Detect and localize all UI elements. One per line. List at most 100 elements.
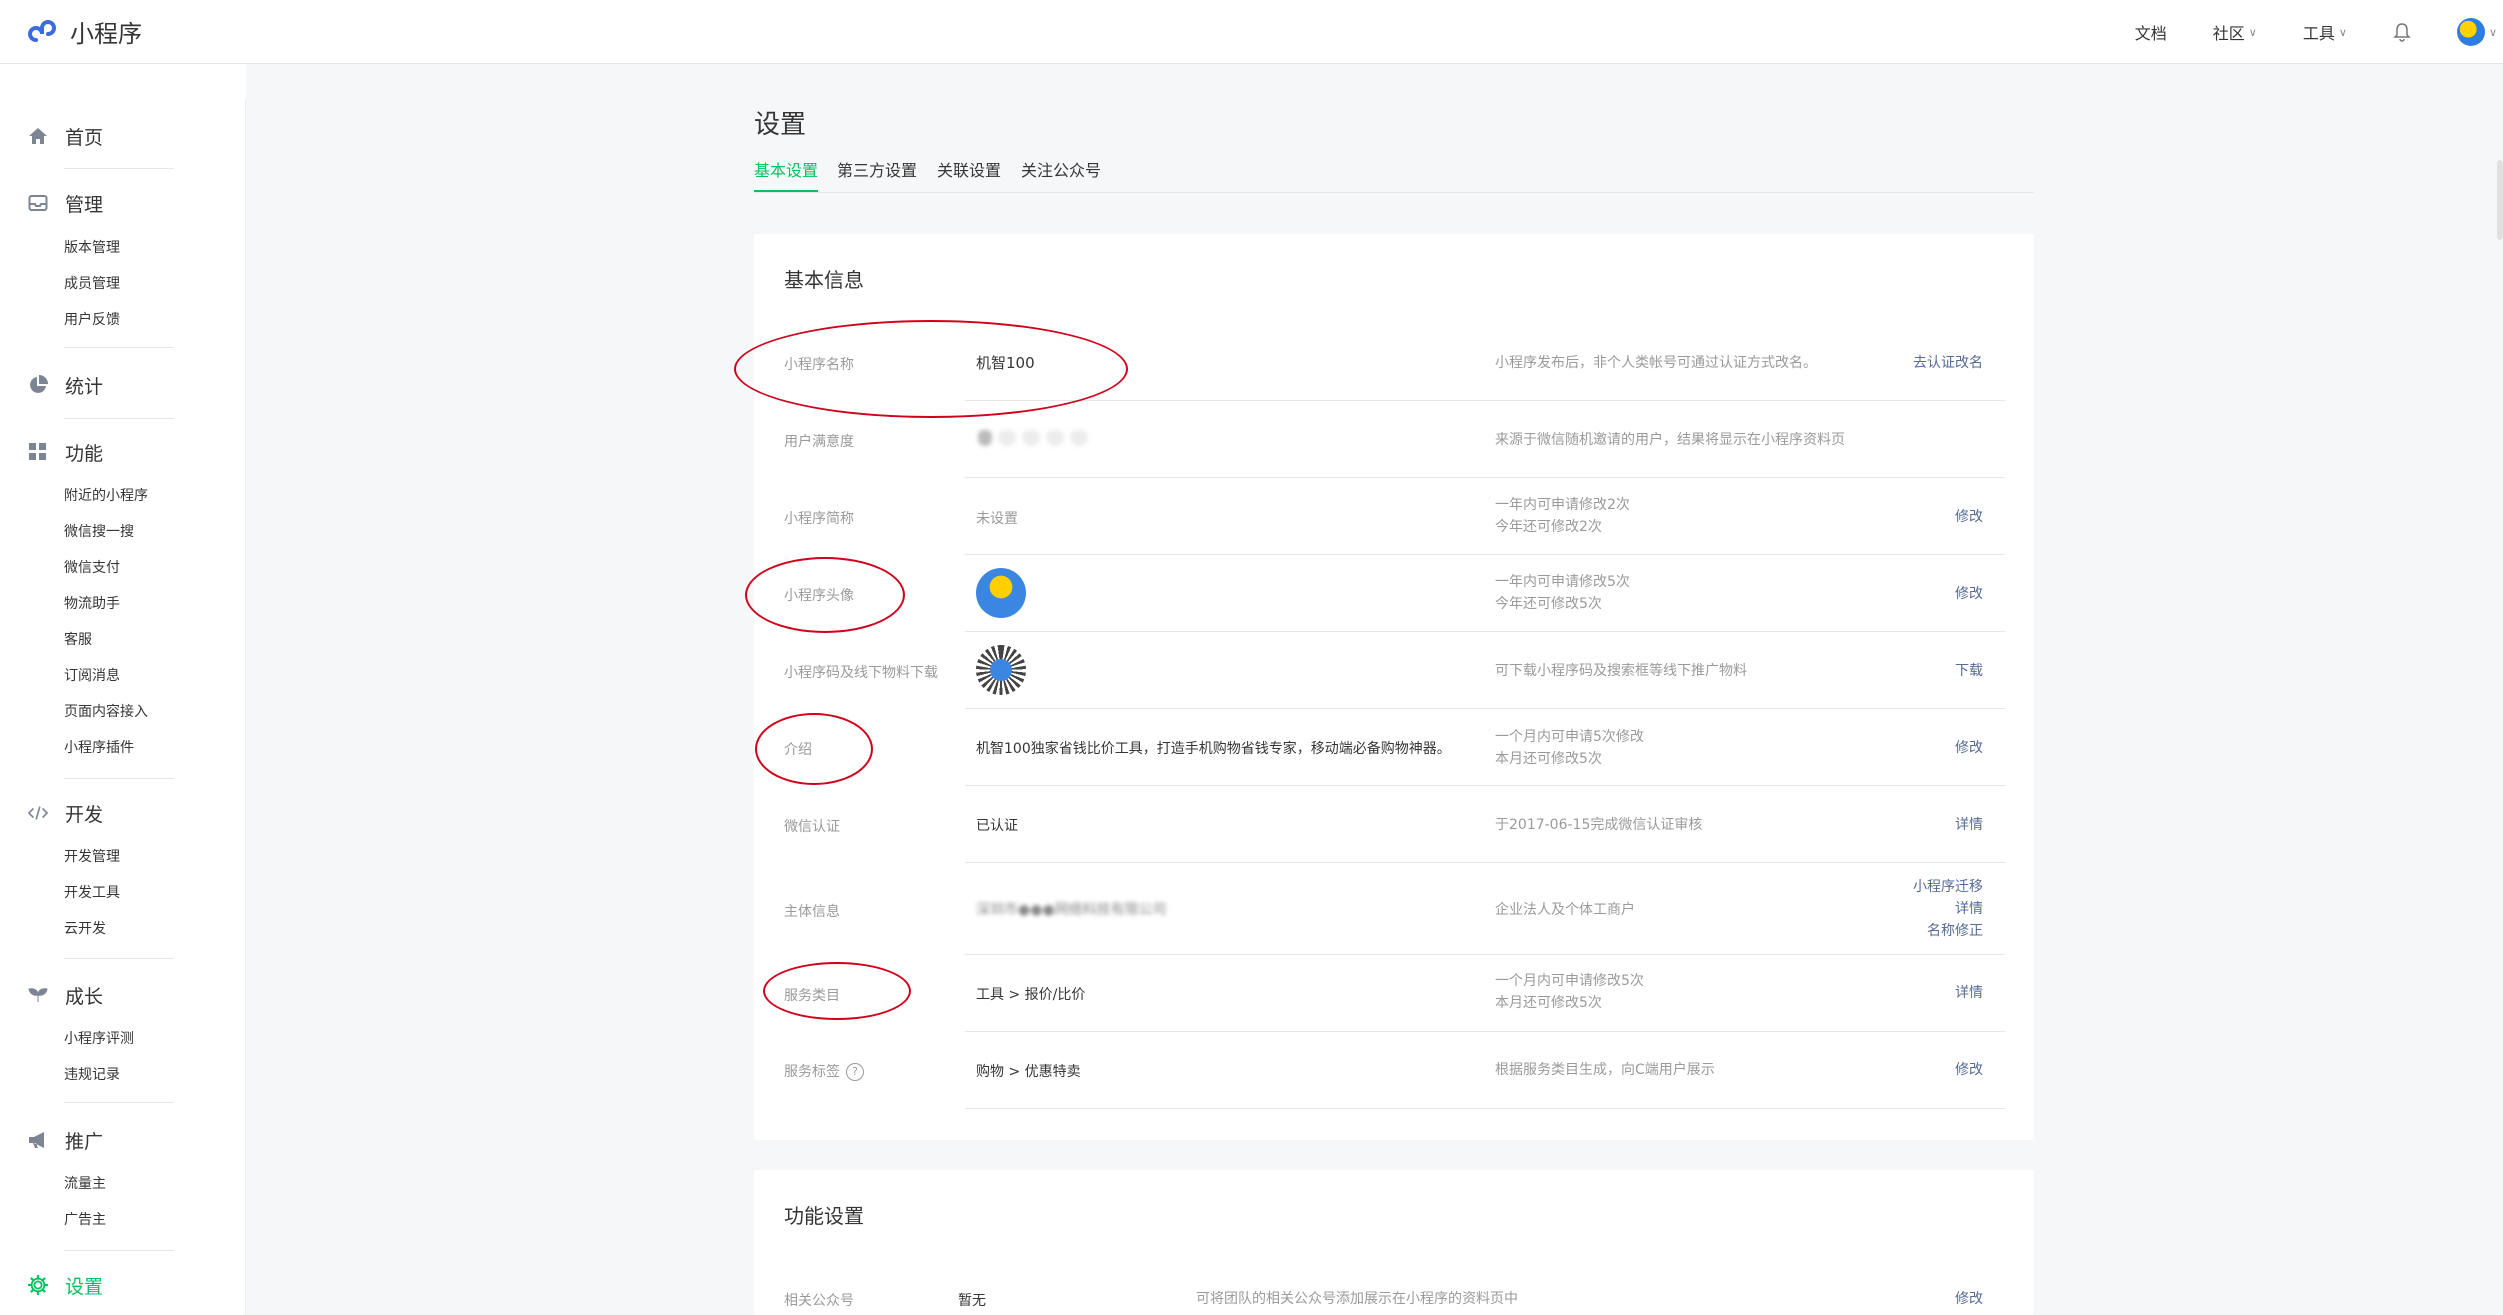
sidebar-section-settings: 设置 [0, 1273, 246, 1298]
row-desc-avatar: 一年内可申请修改5次 今年还可修改5次 [1495, 571, 1630, 615]
sprout-icon [28, 985, 48, 1005]
row-label-short-name: 小程序简称 [784, 511, 854, 527]
divider [64, 168, 174, 169]
sidebar-item-page-content[interactable]: 页面内容接入 [0, 694, 246, 730]
rename-via-verification-link[interactable]: 去认证改名 [1913, 352, 1983, 374]
verification-details-link[interactable]: 详情 [1955, 814, 1983, 836]
divider [64, 347, 174, 348]
signal-icon [978, 430, 992, 446]
user-menu[interactable]: ∨ [2456, 18, 2497, 46]
sidebar-item-user-feedback[interactable]: 用户反馈 [0, 302, 246, 338]
row-desc-related-account: 可将团队的相关公众号添加展示在小程序的资料页中 [1196, 1291, 1518, 1307]
edit-related-account-link[interactable]: 修改 [1955, 1288, 1983, 1310]
sidebar-item-logistics[interactable]: 物流助手 [0, 586, 246, 622]
sidebar-item-settings[interactable]: 设置 [0, 1273, 246, 1298]
row-value-short-name: 未设置 [976, 511, 1018, 527]
edit-service-tags-link[interactable]: 修改 [1955, 1059, 1983, 1081]
heart-icon [1046, 430, 1064, 446]
tab-follow-official-account[interactable]: 关注公众号 [1021, 160, 1101, 192]
row-desc-satisfaction: 来源于微信随机邀请的用户，结果将显示在小程序资料页 [1495, 432, 1845, 448]
mini-program-avatar [976, 568, 1026, 618]
service-category-details-link[interactable]: 详情 [1955, 982, 1983, 1004]
sidebar-item-dev-tools[interactable]: 开发工具 [0, 875, 246, 911]
row-desc-name: 小程序发布后，非个人类帐号可通过认证方式改名。 [1495, 355, 1817, 371]
desc-line: 一年内可申请修改5次 [1495, 574, 1630, 590]
row-desc-service-tags: 根据服务类目生成，向C端用户展示 [1495, 1062, 1715, 1078]
download-link[interactable]: 下载 [1955, 660, 1983, 682]
row-label-service-tags: 服务标签? [784, 1061, 864, 1081]
sidebar-item-cloud-dev[interactable]: 云开发 [0, 911, 246, 947]
sidebar-item-plugins[interactable]: 小程序插件 [0, 730, 246, 766]
row-desc-entity: 企业法人及个体工商户 [1495, 902, 1635, 918]
nav-community-label: 社区 [2212, 24, 2245, 43]
row-value-intro: 机智100独家省钱比价工具，打造手机购物省钱专家，移动端必备购物神器。 [976, 741, 1451, 757]
divider [64, 778, 174, 779]
sidebar-item-member-manage[interactable]: 成员管理 [0, 266, 246, 302]
row-value-service-category: 工具 > 报价/比价 [976, 987, 1086, 1003]
row-value-verification: 已认证 [976, 818, 1018, 834]
migrate-mini-program-link[interactable]: 小程序迁移 [1913, 876, 1983, 898]
divider [64, 418, 174, 419]
entity-details-link[interactable]: 详情 [1913, 898, 1983, 920]
nav-community[interactable]: 社区 ∨ [2213, 20, 2257, 44]
row-label-avatar: 小程序头像 [784, 588, 854, 604]
edit-short-name-link[interactable]: 修改 [1955, 506, 1983, 528]
edit-avatar-link[interactable]: 修改 [1955, 583, 1983, 605]
megaphone-icon [28, 1130, 48, 1150]
row-divider [965, 708, 2005, 709]
sidebar-item-label: 成长 [65, 985, 104, 1008]
app-title: 小程序 [70, 20, 142, 48]
nav-tools[interactable]: 工具 ∨ [2303, 20, 2347, 44]
basic-info-card: 基本信息 [754, 234, 2034, 1140]
sidebar-item-nearby[interactable]: 附近的小程序 [0, 478, 246, 514]
row-desc-service-category: 一个月内可申请修改5次 本月还可修改5次 [1495, 970, 1644, 1014]
sidebar-item-evaluation[interactable]: 小程序评测 [0, 1021, 246, 1057]
page-title: 设置 [754, 110, 807, 140]
sidebar-item-version-manage[interactable]: 版本管理 [0, 230, 246, 266]
scrollbar[interactable] [2497, 160, 2503, 240]
sidebar-item-label: 管理 [65, 193, 104, 216]
row-desc-qr-code: 可下载小程序码及搜索框等线下推广物料 [1495, 663, 1747, 679]
sidebar-item-customer-service[interactable]: 客服 [0, 622, 246, 658]
tab-basic-settings[interactable]: 基本设置 [754, 160, 819, 192]
sidebar-item-stats[interactable]: 统计 [0, 373, 246, 398]
name-correction-link[interactable]: 名称修正 [1913, 920, 1983, 942]
sidebar-item-home[interactable]: 首页 [0, 124, 246, 149]
bell-icon[interactable] [2393, 22, 2411, 42]
sidebar-item-label: 功能 [65, 442, 104, 465]
divider [64, 1250, 174, 1251]
top-nav: 文档 社区 ∨ 工具 ∨ ∨ [2135, 0, 2503, 64]
pie-chart-icon [28, 375, 48, 395]
tab-association-settings[interactable]: 关联设置 [937, 160, 1001, 192]
row-divider [965, 1031, 2005, 1032]
tab-third-party-settings[interactable]: 第三方设置 [837, 160, 917, 192]
help-icon[interactable]: ? [846, 1063, 864, 1081]
sidebar-item-subscribe[interactable]: 订阅消息 [0, 658, 246, 694]
desc-line: 一个月内可申请5次修改 [1495, 729, 1644, 745]
sidebar-item-dev-manage[interactable]: 开发管理 [0, 839, 246, 875]
sidebar-item-label: 开发 [65, 803, 104, 826]
desc-line: 本月还可修改5次 [1495, 751, 1602, 767]
sidebar-item-features[interactable]: 功能 [0, 440, 246, 465]
sidebar-item-pay[interactable]: 微信支付 [0, 550, 246, 586]
qr-code-logo [990, 659, 1012, 681]
sidebar-item-traffic-owner[interactable]: 流量主 [0, 1166, 246, 1202]
sidebar-section-promotion: 推广 流量主 广告主 [0, 1128, 246, 1238]
nav-docs[interactable]: 文档 [2135, 20, 2167, 44]
nav-docs-label: 文档 [2134, 24, 2167, 43]
sidebar-item-advertiser[interactable]: 广告主 [0, 1202, 246, 1238]
edit-intro-link[interactable]: 修改 [1955, 737, 1983, 759]
row-divider [965, 554, 2005, 555]
row-value-service-tags: 购物 > 优惠特卖 [976, 1064, 1081, 1080]
sidebar-item-violations[interactable]: 违规记录 [0, 1057, 246, 1093]
logo[interactable]: 小程序 [28, 14, 142, 49]
sidebar-item-promotion[interactable]: 推广 [0, 1128, 246, 1153]
sidebar-item-growth[interactable]: 成长 [0, 983, 246, 1008]
row-divider [965, 785, 2005, 786]
sidebar-item-manage[interactable]: 管理 [0, 191, 246, 216]
row-divider [965, 400, 2005, 401]
satisfaction-rating [978, 430, 1088, 446]
sidebar-item-dev[interactable]: 开发 [0, 801, 246, 826]
sidebar-item-search[interactable]: 微信搜一搜 [0, 514, 246, 550]
desc-line: 今年还可修改2次 [1495, 519, 1602, 535]
